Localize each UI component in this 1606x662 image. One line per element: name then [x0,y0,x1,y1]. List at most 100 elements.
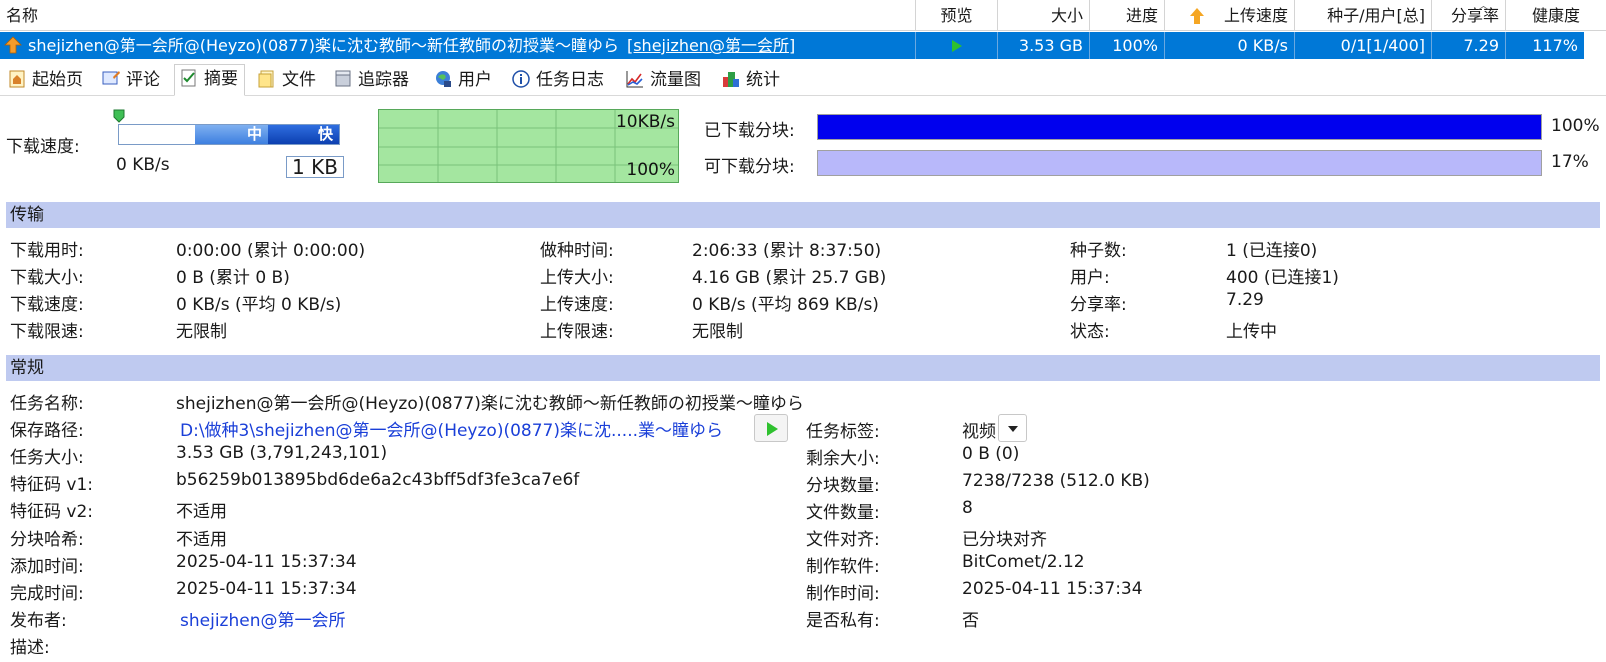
slider-handle-icon[interactable] [112,109,126,123]
tracker-icon [335,70,351,87]
tab-files-label: 文件 [282,70,316,90]
tab-files[interactable]: 文件 [252,65,323,96]
field-label: 下载大小: [10,268,84,288]
column-header-progress[interactable]: 进度 [1090,0,1165,31]
play-icon [951,40,962,52]
graph-max-speed: 10KB/s [615,112,675,132]
field-value-link[interactable]: D:\做种3\shejizhen@第一会所@(Heyzo)(0877)楽に沈..… [180,416,723,441]
graph-percent: 100% [626,160,675,180]
field-label: 上传限速: [540,322,614,342]
download-speed-value: 0 KB/s [116,155,170,175]
column-header-seeds-peers[interactable]: 种子/用户[总] [1295,0,1432,31]
field-value: 3.53 GB (3,791,243,101) [176,443,388,464]
tab-traffic-graph-label: 流量图 [650,70,701,90]
tab-summary[interactable]: 摘要 [174,64,245,96]
health-cell: 117% [1532,36,1578,55]
field-label: 下载用时: [10,241,84,261]
field-label: 文件数量: [806,503,880,523]
tab-start-page[interactable]: 起始页 [2,65,90,96]
field-value: 7.29 [1226,290,1264,310]
tab-task-log-label: 任务日志 [536,70,604,90]
tab-statistics[interactable]: 统计 [716,65,787,96]
torrent-list-header: 名称 预览 大小 进度 上传速度 种子/用户[总] ︿ 分享率 健康度 [0,0,1606,31]
torrent-name: shejizhen@第一会所@(Heyzo)(0877)楽に沈む教師～新任教師の… [28,36,619,55]
tab-statistics-label: 统计 [746,70,780,90]
downloaded-pieces-label: 已下载分块: [704,121,795,141]
detail-tab-bar: 起始页 评论 摘要 文件 追踪器 用户 任务日志 流量图 统计 [0,64,1606,96]
field-value: 2:06:33 (累计 8:37:50) [692,241,882,261]
tab-start-page-label: 起始页 [32,70,83,90]
share-ratio-cell: 7.29 [1432,32,1506,59]
column-header-health-label: 健康度 [1531,6,1580,25]
task-tag-dropdown-button[interactable] [998,414,1027,442]
comment-icon [102,71,120,85]
column-header-name-label: 名称 [6,6,39,25]
column-header-health[interactable]: 健康度 [1506,0,1586,31]
tab-peers-label: 用户 [458,70,492,90]
column-header-preview[interactable]: 预览 [916,0,998,31]
uploading-status-icon [4,36,22,54]
slider-medium-segment[interactable]: 中 [195,125,268,144]
tab-summary-label: 摘要 [204,69,238,89]
field-value: 上传中 [1226,322,1277,342]
field-label: 种子数: [1070,241,1127,261]
speed-limit-box[interactable]: 1 KB [286,156,344,178]
field-label: 制作软件: [806,557,880,577]
field-value: 0:00:00 (累计 0:00:00) [176,241,366,261]
field-label: 分块哈希: [10,529,84,550]
tab-traffic-graph[interactable]: 流量图 [620,65,708,96]
column-header-size-label: 大小 [1050,6,1083,25]
progress-cell: 100% [1090,32,1165,59]
field-label: 特征码 v1: [10,475,94,496]
field-label: 任务名称: [10,394,84,414]
column-header-name[interactable]: 名称 [0,0,916,31]
torrent-row[interactable]: shejizhen@第一会所@(Heyzo)(0877)楽に沈む教師～新任教師の… [0,32,1584,59]
download-speed-label: 下载速度: [6,137,80,157]
field-label: 剩余大小: [806,449,880,469]
field-label: 任务标签: [806,422,880,442]
column-header-upload-speed[interactable]: 上传速度 [1165,0,1295,31]
available-pieces-fill [818,151,1541,175]
field-label: 做种时间: [540,241,614,261]
column-header-size[interactable]: 大小 [998,0,1090,31]
open-folder-play-button[interactable] [754,414,788,442]
field-label: 制作时间: [806,584,880,604]
tab-comments[interactable]: 评论 [96,65,167,96]
available-pieces-label: 可下载分块: [704,157,795,177]
transfer-section-header: 传输 [6,202,1600,228]
field-value: 4.16 GB (累计 25.7 GB) [692,268,887,288]
field-label: 上传速度: [540,295,614,315]
field-label: 特征码 v2: [10,502,94,523]
field-value: 0 KB/s (平均 869 KB/s) [692,295,879,315]
speed-mode-slider[interactable]: 中 快 [118,124,340,145]
available-pieces-bar [817,150,1542,176]
peers-icon [436,71,451,87]
field-label: 是否私有: [806,611,880,631]
field-value: 视频 [962,422,996,442]
field-value: 400 (已连接1) [1226,268,1339,288]
field-label: 下载速度: [10,295,84,315]
field-value: 0 KB/s (平均 0 KB/s) [176,295,342,315]
field-value: 2025-04-11 15:37:34 [962,579,1143,599]
field-value: 0 B (0) [962,444,1020,464]
upload-speed-cell: 0 KB/s [1165,32,1295,59]
statistics-icon [723,72,739,87]
preview-cell[interactable] [916,32,998,59]
tab-trackers[interactable]: 追踪器 [328,65,416,96]
tab-task-log[interactable]: 任务日志 [506,65,611,96]
torrent-tag-link[interactable]: [shejizhen@第一会所] [627,36,795,55]
field-label: 任务大小: [10,448,84,469]
field-label: 下载限速: [10,322,84,342]
field-label: 描述: [10,637,50,658]
field-value-link[interactable]: shejizhen@第一会所 [180,606,345,631]
general-section-header: 常规 [6,355,1600,381]
tab-peers[interactable]: 用户 [428,65,499,96]
column-header-progress-label: 进度 [1125,6,1158,25]
tab-comments-label: 评论 [126,70,160,90]
field-value: 无限制 [692,322,743,342]
info-icon [512,70,530,88]
field-value: 1 (已连接0) [1226,241,1318,261]
column-header-share-ratio[interactable]: ︿ 分享率 [1432,0,1506,31]
field-value: 不适用 [176,502,227,523]
slider-fast-segment[interactable]: 快 [268,125,339,144]
